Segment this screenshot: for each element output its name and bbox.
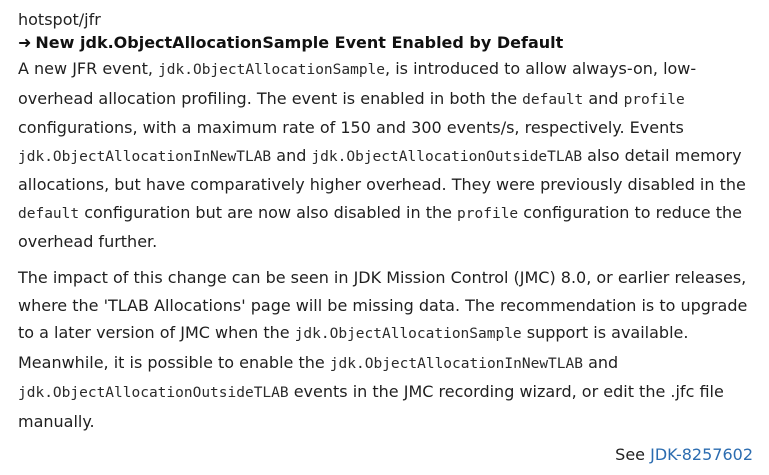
text-run: configurations, with a maximum rate of 1… <box>18 118 684 137</box>
code-config-name: profile <box>623 91 685 108</box>
code-event-name: jdk.ObjectAllocationInNewTLAB <box>329 355 583 372</box>
release-note: hotspot/jfr ➜ New jdk.ObjectAllocationSam… <box>0 0 769 475</box>
text-run: and <box>582 352 619 372</box>
code-config-name: default <box>522 91 584 108</box>
code-event-name: jdk.ObjectAllocationSample <box>294 326 522 342</box>
text-run: and <box>583 88 624 108</box>
see-also-prefix: See <box>615 445 651 464</box>
arrow-right-icon: ➜ <box>18 33 32 52</box>
component-label: hotspot/jfr <box>18 10 101 29</box>
code-event-name: jdk.ObjectAllocationSample <box>158 62 386 78</box>
description-paragraph: A new JFR event, jdk.ObjectAllocationSam… <box>18 55 762 256</box>
code-event-name: jdk.ObjectAllocationOutsideTLAB <box>311 148 583 165</box>
code-event-name: jdk.ObjectAllocationOutsideTLAB <box>18 385 289 401</box>
code-config-name: default <box>18 205 80 222</box>
see-also: See JDK-8257602 <box>615 444 753 466</box>
note-title-text: New jdk.ObjectAllocationSample Event Ena… <box>35 33 564 52</box>
text-run: configuration but are now also disabled … <box>79 202 458 222</box>
note-title: ➜ New jdk.ObjectAllocationSample Event En… <box>18 33 563 53</box>
issue-link[interactable]: JDK-8257602 <box>650 445 753 464</box>
text-run: A new JFR event, <box>18 59 159 78</box>
text-run: and <box>271 145 312 165</box>
impact-paragraph: The impact of this change can be seen in… <box>18 264 762 435</box>
code-event-name: jdk.ObjectAllocationInNewTLAB <box>18 148 272 165</box>
code-config-name: profile <box>457 205 519 222</box>
